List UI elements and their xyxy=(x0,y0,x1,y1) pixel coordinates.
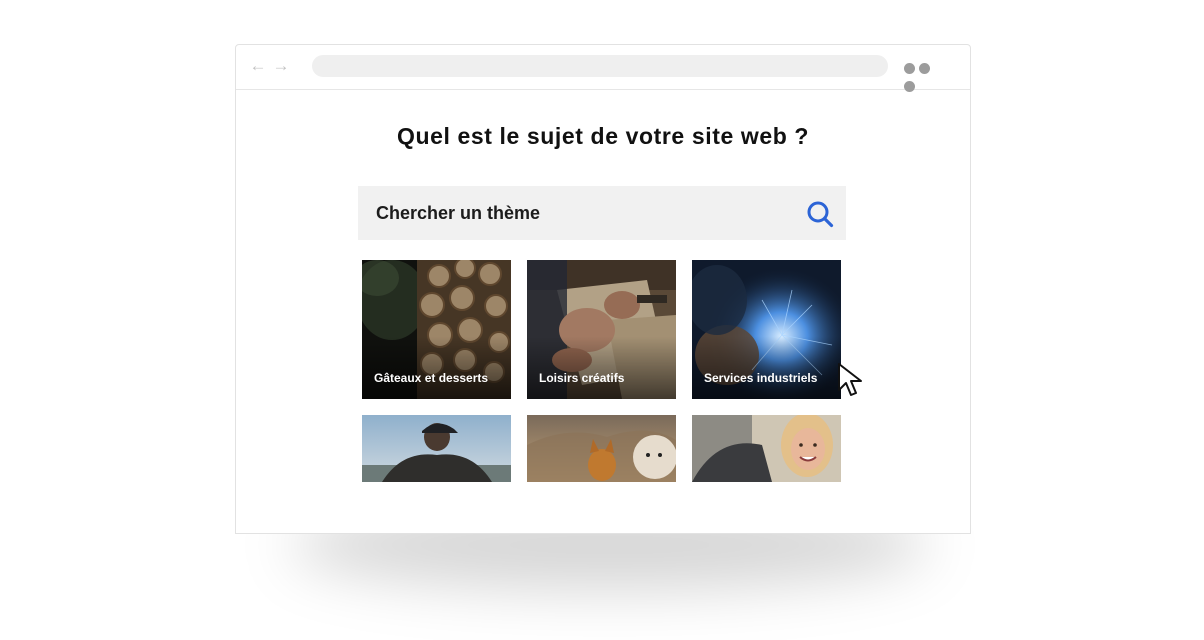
woman-smiling-photo xyxy=(692,415,841,482)
forward-arrow-icon[interactable]: → xyxy=(272,57,290,75)
theme-tile-industrial-services[interactable]: Services industriels xyxy=(692,260,841,399)
man-cap-photo xyxy=(362,415,511,482)
dogs-photo xyxy=(527,415,676,482)
theme-tile-pets[interactable] xyxy=(527,415,676,482)
back-arrow-icon[interactable]: ← xyxy=(249,57,267,75)
search-icon[interactable] xyxy=(806,200,834,228)
tile-label: Loisirs créatifs xyxy=(539,371,625,385)
page-title: Quel est le sujet de votre site web ? xyxy=(396,123,810,149)
browser-window: ← → Quel est le sujet de votre site web … xyxy=(235,44,971,534)
dot xyxy=(904,63,915,74)
theme-tile-creative-hobbies[interactable]: Loisirs créatifs xyxy=(527,260,676,399)
tile-label: Gâteaux et desserts xyxy=(374,371,489,385)
dot xyxy=(904,81,915,92)
tile-label: Services industriels xyxy=(704,371,818,385)
theme-tile-people[interactable] xyxy=(692,415,841,482)
theme-search-input[interactable]: Chercher un thème xyxy=(358,186,846,240)
search-placeholder: Chercher un thème xyxy=(376,203,541,223)
mouse-pointer-icon xyxy=(838,363,862,396)
dot xyxy=(919,63,930,74)
theme-tile-outdoor[interactable] xyxy=(362,415,511,482)
address-bar[interactable] xyxy=(312,55,888,77)
browser-toolbar: ← → xyxy=(236,45,970,92)
theme-tile-cakes-desserts[interactable]: Gâteaux et desserts xyxy=(362,260,511,399)
more-dots-icon[interactable] xyxy=(904,61,948,92)
